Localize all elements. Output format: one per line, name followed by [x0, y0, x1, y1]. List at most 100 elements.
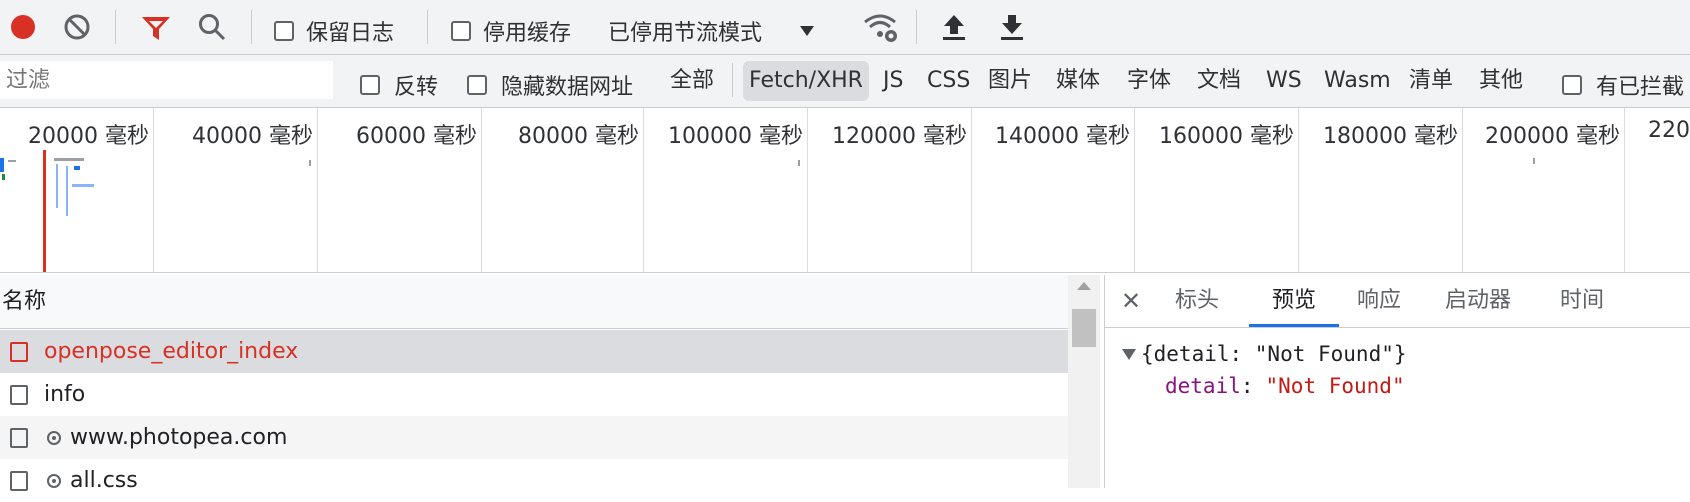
timeline-column: 100000 毫秒: [644, 108, 808, 272]
waterfall-bar: [2, 174, 5, 180]
timeline-tick-label: 80000 毫秒: [518, 124, 639, 149]
triangle-down-icon: [1122, 349, 1136, 360]
record-button[interactable]: [8, 12, 38, 42]
request-list-scrollbar[interactable]: [1068, 275, 1100, 488]
timeline-overview[interactable]: 20000 毫秒 40000 毫秒 60000 毫秒 80000 毫秒 1000…: [0, 108, 1690, 273]
timeline-column: 180000 毫秒: [1299, 108, 1463, 272]
timeline-tick-label: 2200: [1648, 118, 1690, 143]
details-tab-bar: ✕ 标头 预览 响应 启动器 时间: [1105, 275, 1690, 328]
wifi-settings-icon: [864, 14, 897, 42]
table-row[interactable]: info: [0, 373, 1068, 416]
name-column-header[interactable]: 名称: [0, 275, 1068, 329]
tab-preview[interactable]: 预览: [1249, 275, 1339, 327]
invert-checkbox[interactable]: [360, 75, 380, 95]
timeline-column: 80000 毫秒: [482, 108, 644, 272]
type-filter-fetch-xhr[interactable]: Fetch/XHR: [743, 61, 869, 101]
network-conditions-button[interactable]: [862, 10, 900, 44]
filter-input[interactable]: [0, 61, 333, 99]
waterfall-bar: [66, 166, 68, 216]
disable-cache-toggle[interactable]: 停用缓存: [451, 15, 571, 47]
type-filter-css[interactable]: CSS: [921, 61, 976, 101]
timeline-tick-label: 180000 毫秒: [1323, 124, 1458, 149]
preview-tree-child: detail: "Not Found": [1165, 374, 1405, 398]
row-checkbox[interactable]: [10, 384, 28, 405]
preserve-log-checkbox[interactable]: [274, 21, 294, 41]
type-filter-other[interactable]: 其他: [1473, 61, 1529, 101]
tab-timing[interactable]: 时间: [1560, 275, 1604, 327]
type-filter-font[interactable]: 字体: [1121, 61, 1177, 101]
waterfall-bar: [54, 158, 84, 161]
type-filter-all[interactable]: 全部: [664, 61, 720, 101]
timeline-tick-label: 200000 毫秒: [1485, 124, 1620, 149]
timeline-column: 200000 毫秒: [1463, 108, 1625, 272]
waterfall-bar: [1533, 158, 1535, 164]
timeline-column: 2200: [1625, 108, 1690, 272]
hide-data-urls-label: 隐藏数据网址: [501, 75, 634, 100]
type-filter-doc[interactable]: 文档: [1191, 61, 1247, 101]
export-har-button[interactable]: [998, 12, 1026, 42]
tab-response[interactable]: 响应: [1357, 275, 1401, 327]
table-row[interactable]: www.photopea.com: [0, 416, 1068, 459]
invert-label: 反转: [394, 75, 439, 100]
timeline-column: 140000 毫秒: [972, 108, 1135, 272]
timeline-column: 160000 毫秒: [1135, 108, 1299, 272]
clear-button[interactable]: [62, 12, 92, 42]
timeline-tick-label: 140000 毫秒: [995, 124, 1130, 149]
type-filter-media[interactable]: 媒体: [1050, 61, 1106, 101]
type-filter-ws[interactable]: WS: [1260, 61, 1308, 101]
preserve-log-toggle[interactable]: 保留日志: [274, 15, 394, 47]
json-key: detail: [1165, 374, 1241, 398]
request-name: all.css: [70, 468, 138, 493]
blocked-requests-checkbox[interactable]: [1562, 75, 1582, 95]
row-checkbox[interactable]: [10, 427, 28, 448]
separator: [916, 10, 917, 44]
json-colon: :: [1240, 374, 1254, 398]
separator: [251, 10, 252, 44]
timeline-column: 20000 毫秒: [0, 108, 154, 272]
network-lower-panel: 名称 openpose_editor_index info www.photop…: [0, 275, 1690, 502]
timeline-tick-label: 60000 毫秒: [356, 124, 477, 149]
record-icon: [11, 15, 35, 39]
type-filter-manifest[interactable]: 清单: [1403, 61, 1459, 101]
search-button[interactable]: [197, 12, 227, 42]
download-icon: [1001, 15, 1023, 40]
filter-icon: [142, 17, 170, 40]
timeline-tick-label: 160000 毫秒: [1159, 124, 1294, 149]
disable-cache-checkbox[interactable]: [451, 21, 471, 41]
hide-data-urls-toggle[interactable]: 隐藏数据网址: [467, 69, 633, 101]
table-row[interactable]: all.css: [0, 459, 1068, 502]
type-filter-js[interactable]: JS: [877, 61, 909, 101]
timeline-tick-label: 100000 毫秒: [668, 124, 803, 149]
timeline-column: 120000 毫秒: [808, 108, 972, 272]
separator: [732, 63, 733, 97]
request-details-panel: ✕ 标头 预览 响应 启动器 时间 {detail: "Not Found"} …: [1104, 275, 1690, 488]
disable-cache-label: 停用缓存: [483, 21, 572, 46]
tab-headers[interactable]: 标头: [1175, 275, 1219, 327]
timeline-tick-label: 40000 毫秒: [192, 124, 313, 149]
preserve-log-label: 保留日志: [306, 21, 395, 46]
waterfall-bar: [798, 160, 800, 166]
scrollbar-thumb[interactable]: [1072, 309, 1096, 347]
row-checkbox[interactable]: [10, 341, 28, 362]
tab-initiator[interactable]: 启动器: [1445, 275, 1511, 327]
table-row[interactable]: openpose_editor_index: [0, 330, 1068, 373]
request-name: openpose_editor_index: [44, 339, 299, 364]
import-har-button[interactable]: [940, 12, 968, 42]
close-details-button[interactable]: ✕: [1121, 275, 1141, 327]
clear-icon: [64, 14, 90, 40]
request-name: info: [44, 382, 86, 407]
waterfall-bar: [72, 184, 94, 187]
preview-tree-root[interactable]: {detail: "Not Found"}: [1121, 342, 1407, 366]
hide-data-urls-checkbox[interactable]: [467, 75, 487, 95]
type-filter-wasm[interactable]: Wasm: [1318, 61, 1397, 101]
preview-summary: {detail: "Not Found"}: [1141, 342, 1407, 366]
filter-button[interactable]: [140, 12, 172, 42]
invert-toggle[interactable]: 反转: [360, 69, 438, 101]
timeline-column: 40000 毫秒: [154, 108, 318, 272]
separator: [115, 10, 116, 44]
throttling-select[interactable]: 已停用节流模式: [608, 15, 816, 47]
blocked-requests-toggle[interactable]: 有已拦截: [1562, 69, 1684, 101]
type-filter-img[interactable]: 图片: [982, 61, 1038, 101]
upload-icon: [943, 15, 965, 40]
timeline-tick-label: 120000 毫秒: [832, 124, 967, 149]
